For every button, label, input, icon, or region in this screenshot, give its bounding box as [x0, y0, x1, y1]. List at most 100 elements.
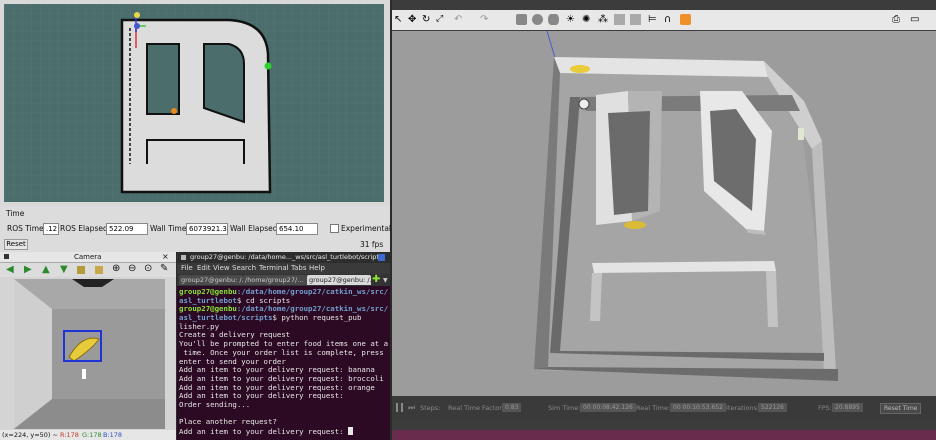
terminal-tab-bar: group27@genbu: /... /home/group27/... gr… [177, 274, 390, 286]
rtf-label: Real Time Factor: [448, 404, 505, 412]
wall-elapsed-label: Wall Elapsed: [230, 224, 281, 233]
ros-elapsed-field[interactable]: 522.09 [106, 223, 148, 235]
screenshot-icon[interactable]: ⎙ [892, 14, 903, 25]
redo-icon[interactable]: ↷ [480, 14, 491, 25]
line-text: $ cd scripts [236, 295, 291, 305]
spot-light-icon[interactable]: ✺ [582, 14, 593, 25]
save-icon[interactable] [77, 266, 85, 274]
reset-time-button[interactable]: Reset Time [880, 403, 922, 414]
cursor-coords: (x=224, y=50) ~ [2, 431, 58, 439]
gazebo-toolbar: ↖ ✥ ↻ ⤢ ↶ ↷ ☀ ✺ ⁂ ⊨ ∩ ⎙ ▭ [392, 10, 936, 30]
turtlebot-model[interactable] [578, 98, 590, 110]
prompt-path: asl_turtlebot/scripts [179, 313, 273, 323]
iterations-label: Iterations: [726, 404, 760, 412]
menu-search[interactable]: Search [232, 263, 256, 274]
wall-elapsed-field[interactable]: 654.10 [276, 223, 318, 235]
prompt-path: :/data/home/group27/catkin_ws/src/ [236, 304, 389, 314]
step-icon[interactable]: ⏭ [408, 403, 415, 412]
camera-title: Camera [74, 253, 102, 261]
gazebo-status-bar: ⏭ Steps: Real Time Factor: 0.83 Sim Time… [392, 397, 936, 419]
line-text: Add an item to your delivery request: br… [179, 373, 384, 383]
tabs-dropdown-icon[interactable]: ▼ [383, 277, 388, 284]
paste-icon[interactable] [630, 14, 641, 25]
zoom-fit-icon[interactable]: ⊙ [144, 263, 152, 274]
arrow-down-icon[interactable]: ▼ [60, 264, 68, 275]
terminal-title: group27@genbu: /data/home..._ws/src/asl_… [190, 253, 383, 261]
iterations-value: 522126 [758, 403, 787, 412]
terminal-cursor [348, 427, 354, 435]
image-icon[interactable] [95, 266, 103, 274]
terminal-line: Place another request? [179, 417, 389, 427]
scale-icon[interactable]: ⤢ [436, 14, 447, 25]
fps-readout: 31 fps [360, 240, 384, 249]
undo-icon[interactable]: ↶ [454, 14, 465, 25]
terminal-tab-3[interactable]: group27@genbu: /... [307, 275, 371, 285]
sphere-shape-icon[interactable] [532, 14, 543, 25]
new-tab-icon[interactable]: ✚ [372, 275, 380, 285]
cylinder-shape-icon[interactable] [548, 14, 559, 25]
rviz-map-view[interactable] [4, 4, 384, 202]
terminal-tab-1[interactable]: group27@genbu: /... [179, 275, 243, 285]
terminal-window: group27@genbu: /data/home..._ws/src/asl_… [177, 252, 390, 440]
fps-value: 20.8895 [832, 403, 863, 412]
point-light-icon[interactable]: ☀ [566, 14, 577, 25]
line-text: Place another request? [179, 417, 277, 427]
menu-icon[interactable] [181, 255, 186, 260]
terminal-menu-bar: File Edit View Search Terminal Tabs Help [177, 263, 390, 274]
change-view-icon[interactable] [680, 14, 691, 25]
line-text: Create a delivery request [179, 330, 291, 340]
close-icon[interactable]: × [162, 252, 169, 261]
reset-button[interactable]: Reset [4, 239, 28, 250]
zoom-out-icon[interactable]: ⊖ [128, 263, 136, 274]
banana-model-2[interactable] [624, 221, 646, 229]
pause-icon[interactable] [396, 403, 403, 412]
ros-time-label: ROS Time: [7, 224, 47, 233]
align-icon[interactable]: ⊨ [648, 14, 659, 25]
menu-terminal[interactable]: Terminal [259, 263, 289, 274]
close-icon[interactable] [378, 254, 385, 261]
box-shape-icon[interactable] [516, 14, 527, 25]
ros-time-field[interactable]: .12 [43, 223, 59, 235]
log-icon[interactable]: ▭ [910, 14, 921, 25]
gazebo-3d-view[interactable] [392, 31, 936, 396]
translate-icon[interactable]: ✥ [408, 14, 419, 25]
pixel-r: R:178 [60, 431, 79, 439]
prompt-path: :/data/home/group27/catkin_ws/src/ [236, 287, 389, 296]
directional-light-icon[interactable]: ⁂ [598, 14, 609, 25]
desktop-taskbar [392, 430, 936, 440]
menu-file[interactable]: File [181, 263, 193, 274]
terminal-line: Order sending... [179, 400, 389, 410]
line-text: You'll be prompted to enter food items o… [179, 339, 389, 349]
terminal-tab-2[interactable]: /home/group27/... [243, 275, 307, 285]
arrow-left-icon[interactable]: ◀ [6, 264, 14, 275]
settings-icon[interactable]: ✎ [160, 263, 168, 274]
wall-time-field[interactable]: 6073921.34 [186, 223, 228, 235]
wall-time-label: Wall Time: [150, 224, 189, 233]
terminal-output[interactable]: group27@genbu:/data/home/group27/catkin_… [179, 287, 389, 438]
menu-icon[interactable] [4, 254, 9, 259]
menu-help[interactable]: Help [309, 263, 325, 274]
line-text: enter to send your order [179, 356, 286, 366]
broccoli-model[interactable] [798, 128, 804, 140]
snap-icon[interactable]: ∩ [664, 14, 675, 25]
real-time-value: 00 00:10:53.652 [670, 403, 726, 412]
line-text: lisher.py [179, 321, 220, 331]
experimental-checkbox[interactable] [330, 224, 339, 233]
arrow-right-icon[interactable]: ▶ [24, 264, 32, 275]
zoom-in-icon[interactable]: ⊕ [112, 263, 120, 274]
rotate-icon[interactable]: ↻ [422, 14, 433, 25]
prompt-user: group27@genbu [179, 304, 237, 314]
gazebo-window: ↖ ✥ ↻ ⤢ ↶ ↷ ☀ ✺ ⁂ ⊨ ∩ ⎙ ▭ ⏭ Steps: Real … [392, 0, 936, 440]
arrow-up-icon[interactable]: ▲ [42, 264, 50, 275]
menu-tabs[interactable]: Tabs [291, 263, 307, 274]
occupancy-map [4, 4, 384, 202]
menu-view[interactable]: View [213, 263, 230, 274]
fps-label: FPS: [818, 404, 832, 412]
select-mode-icon[interactable]: ↖ [394, 14, 405, 25]
banana-model[interactable] [570, 65, 590, 73]
line-text: Add an item to your delivery request: ba… [179, 365, 375, 375]
menu-edit[interactable]: Edit [197, 263, 211, 274]
line-text: Add an item to your delivery request: [179, 391, 344, 401]
experimental-label: Experimental [341, 224, 392, 233]
copy-icon[interactable] [614, 14, 625, 25]
